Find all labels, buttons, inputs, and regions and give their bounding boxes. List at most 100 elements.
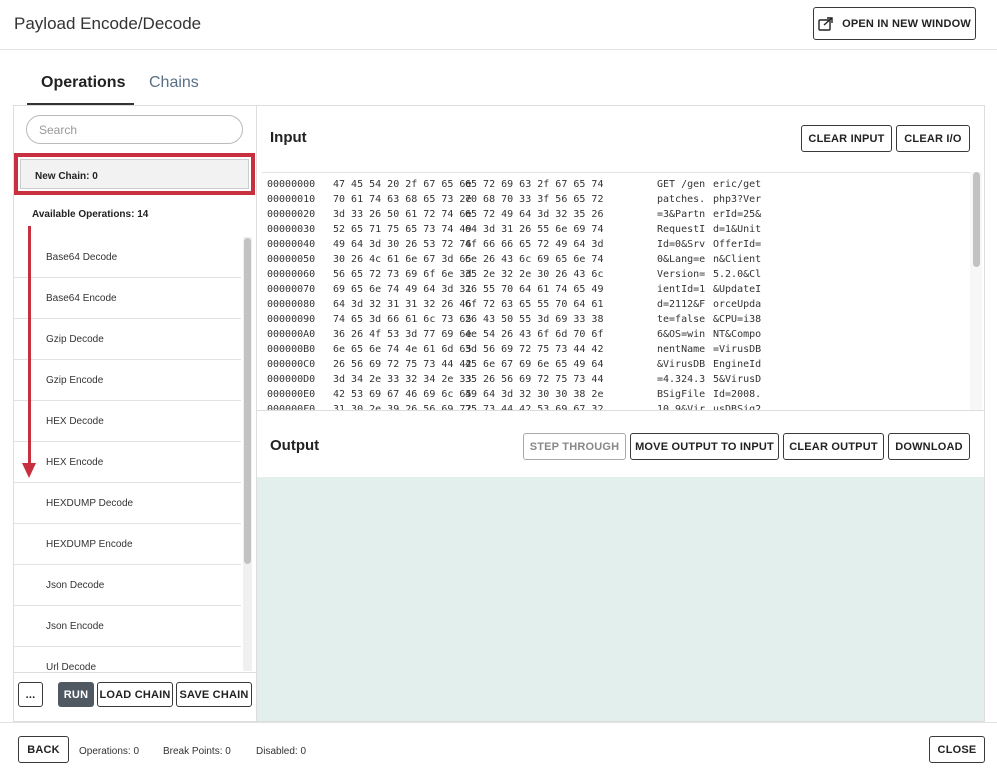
break-points-count: Break Points: 0 (163, 746, 231, 757)
operation-item[interactable]: HEXDUMP Decode (14, 483, 241, 524)
hexdump-hex-right: 65 72 69 63 2f 67 65 74 (465, 179, 604, 190)
hexdump-offset: 00000030 (267, 224, 316, 235)
hexdump-hex-left: 30 26 4c 61 6e 67 3d 65 (333, 254, 472, 265)
hexdump-ascii-right: 5.2.0&Cl (713, 269, 762, 280)
hexdump-offset: 00000090 (267, 314, 316, 325)
open-in-new-window-label: OPEN IN NEW WINDOW (842, 17, 971, 30)
operation-item[interactable]: Gzip Encode (14, 360, 241, 401)
hexdump-hex-left: 6e 65 6e 74 4e 61 6d 65 (333, 344, 472, 355)
annotation-arrow-head-icon (22, 463, 36, 478)
more-options-button[interactable]: ... (18, 682, 43, 707)
download-button[interactable]: DOWNLOAD (888, 433, 970, 460)
hexdump-ascii-left: 10.9&Vir (657, 404, 706, 410)
hexdump-offset: 000000E0 (267, 389, 316, 400)
hexdump-offset: 00000040 (267, 239, 316, 250)
run-button[interactable]: RUN (58, 682, 94, 707)
hexdump-ascii-right: NT&Compo (713, 329, 762, 340)
hexdump-ascii-right: eric/get (713, 179, 762, 190)
hexdump-offset: 00000000 (267, 179, 316, 190)
hexdump-offset: 00000010 (267, 194, 316, 205)
open-in-new-window-button[interactable]: OPEN IN NEW WINDOW (813, 7, 976, 40)
hexdump-offset: 000000B0 (267, 344, 316, 355)
hexdump-hex-left: 69 65 6e 74 49 64 3d 31 (333, 284, 472, 295)
hexdump-offset: 000000D0 (267, 374, 316, 385)
hexdump-ascii-right: 5&VirusD (713, 374, 762, 385)
hexdump-hex-left: 56 65 72 73 69 6f 6e 3d (333, 269, 472, 280)
clear-io-button[interactable]: CLEAR I/O (896, 125, 970, 152)
hexdump-ascii-right: php3?Ver (713, 194, 762, 205)
modal-title: Payload Encode/Decode (14, 14, 202, 33)
hexdump-hex-right: 75 73 44 42 53 69 67 32 (465, 404, 604, 410)
hexdump-ascii-left: ientId=1 (657, 284, 706, 295)
annotation-arrow-line (28, 226, 31, 466)
new-chain-highlight: New Chain: 0 (14, 153, 255, 195)
save-chain-button[interactable]: SAVE CHAIN (176, 682, 252, 707)
hexdump-hex-left: 70 61 74 63 68 65 73 2e (333, 194, 472, 205)
operation-item[interactable]: Gzip Decode (14, 319, 241, 360)
hexdump-ascii-left: GET /gen (657, 179, 706, 190)
clear-input-button[interactable]: CLEAR INPUT (801, 125, 892, 152)
back-button[interactable]: BACK (18, 736, 69, 763)
operation-item[interactable]: Base64 Encode (14, 278, 241, 319)
hexdump-ascii-left: 6&OS=win (657, 329, 706, 340)
search-input[interactable] (26, 115, 243, 144)
hexdump-ascii-right: n&Client (713, 254, 762, 265)
hexdump-offset: 000000A0 (267, 329, 316, 340)
input-scrollbar-thumb[interactable] (973, 172, 980, 267)
hexdump-ascii-left: &VirusDB (657, 359, 706, 370)
hexdump-hex-right: 70 68 70 33 3f 56 65 72 (465, 194, 604, 205)
hexdump-hex-left: 26 56 69 72 75 73 44 42 (333, 359, 472, 370)
modal-footer (0, 722, 997, 777)
external-link-icon (818, 16, 833, 31)
hexdump-offset: 00000020 (267, 209, 316, 220)
hexdump-ascii-right: erId=25& (713, 209, 762, 220)
hexdump-hex-left: 3d 34 2e 33 32 34 2e 33 (333, 374, 472, 385)
hexdump-ascii-left: Id=0&Srv (657, 239, 706, 250)
hexdump-hex-right: 26 55 70 64 61 74 65 49 (465, 284, 604, 295)
step-through-button[interactable]: STEP THROUGH (523, 433, 626, 460)
hexdump-offset: 00000070 (267, 284, 316, 295)
output-area[interactable] (257, 477, 984, 721)
close-button[interactable]: CLOSE (929, 736, 985, 763)
operation-item[interactable]: Url Decode (14, 647, 241, 672)
hexdump-ascii-left: RequestI (657, 224, 706, 235)
hexdump-hex-right: 4e 54 26 43 6f 6d 70 6f (465, 329, 604, 340)
clear-output-button[interactable]: CLEAR OUTPUT (783, 433, 884, 460)
operation-item[interactable]: Base64 Decode (14, 237, 241, 278)
hexdump-ascii-right: usDBSig2 (713, 404, 762, 410)
hexdump-ascii-right: &CPU=i38 (713, 314, 762, 325)
disabled-count: Disabled: 0 (256, 746, 307, 757)
load-chain-button[interactable]: LOAD CHAIN (97, 682, 173, 707)
operation-item[interactable]: Json Encode (14, 606, 241, 647)
hexdump-hex-right: 35 2e 32 2e 30 26 43 6c (465, 269, 604, 280)
hexdump-hex-left: 64 3d 32 31 31 32 26 46 (333, 299, 472, 310)
tab-operations[interactable]: Operations (41, 74, 125, 92)
hexdump-hex-left: 36 26 4f 53 3d 77 69 6e (333, 329, 472, 340)
operation-item[interactable]: Json Decode (14, 565, 241, 606)
hexdump-hex-right: 49 64 3d 32 30 30 38 2e (465, 389, 604, 400)
hexdump-hex-left: 49 64 3d 30 26 53 72 76 (333, 239, 472, 250)
operation-item[interactable]: HEX Encode (14, 442, 241, 483)
hexdump-hex-right: 6e 26 43 6c 69 65 6e 74 (465, 254, 604, 265)
hexdump-ascii-left: 0&Lang=e (657, 254, 706, 265)
hexdump-ascii-left: Version= (657, 269, 706, 280)
operations-count: Operations: 0 (79, 746, 140, 757)
hexdump-hex-right: 6f 72 63 65 55 70 64 61 (465, 299, 604, 310)
hexdump-ascii-left: patches. (657, 194, 706, 205)
input-hexdump[interactable]: 00000000 47 45 54 20 2f 67 65 6e 65 72 69 … (262, 172, 970, 410)
modal-header: Payload Encode/Decode OPEN IN NEW WINDOW (0, 0, 997, 50)
operations-scrollbar-thumb[interactable] (244, 238, 251, 564)
hexdump-ascii-right: EngineId (713, 359, 762, 370)
hexdump-ascii-left: =3&Partn (657, 209, 706, 220)
operation-item[interactable]: HEX Decode (14, 401, 241, 442)
hexdump-hex-left: 31 30 2e 39 26 56 69 72 (333, 404, 472, 410)
tab-chains[interactable]: Chains (149, 74, 199, 92)
new-chain-item[interactable]: New Chain: 0 (20, 159, 249, 189)
hexdump-ascii-right: &UpdateI (713, 284, 762, 295)
hexdump-ascii-right: =VirusDB (713, 344, 762, 355)
move-output-to-input-button[interactable]: MOVE OUTPUT TO INPUT (630, 433, 779, 460)
operation-item[interactable]: HEXDUMP Encode (14, 524, 241, 565)
hexdump-ascii-left: nentName (657, 344, 706, 355)
hexdump-offset: 00000060 (267, 269, 316, 280)
hexdump-offset: 00000080 (267, 299, 316, 310)
